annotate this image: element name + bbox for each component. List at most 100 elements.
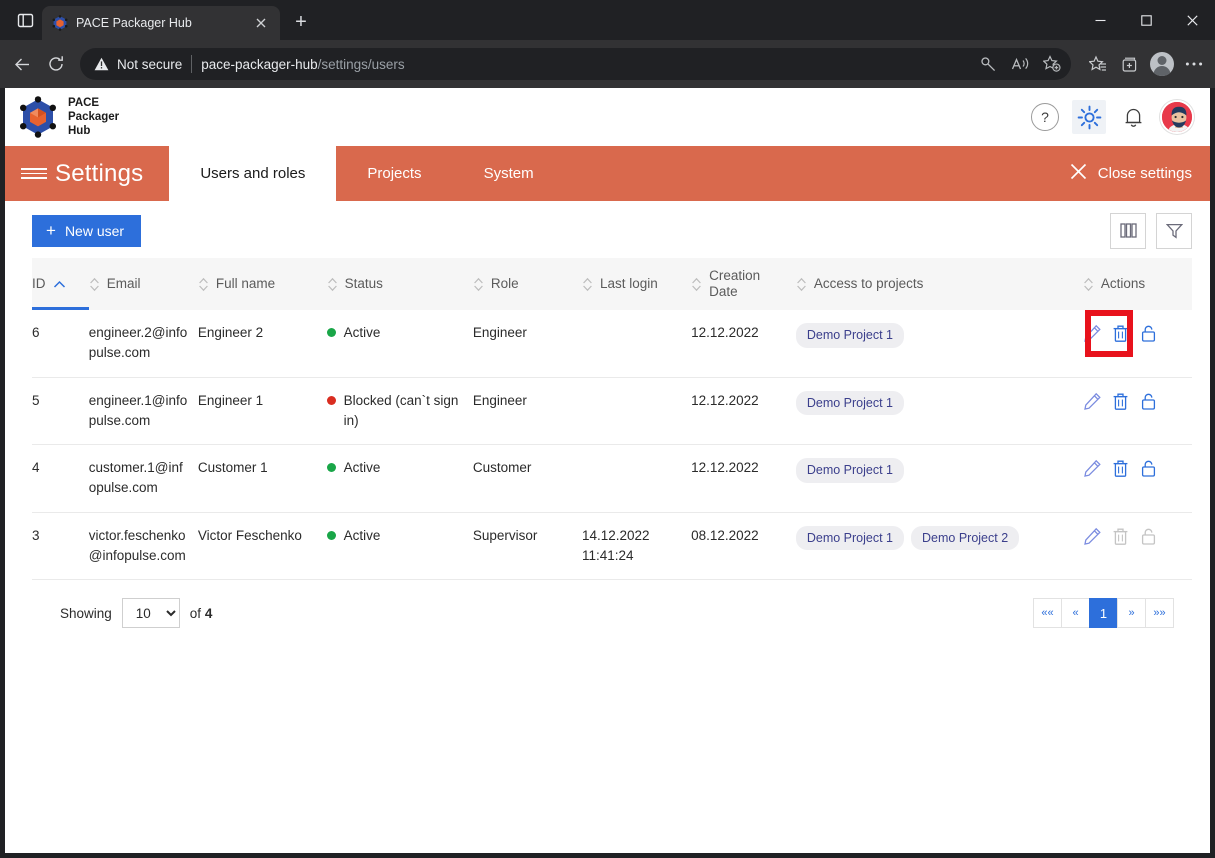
- sort-icon: [1083, 277, 1094, 292]
- project-chip[interactable]: Demo Project 1: [795, 525, 904, 551]
- cell-full-name: Victor Feschenko: [197, 512, 327, 580]
- cell-actions: [1082, 512, 1192, 580]
- tab-list-icon[interactable]: [8, 3, 42, 37]
- reload-icon[interactable]: [40, 48, 72, 80]
- page-title: Settings: [55, 159, 144, 187]
- project-chip[interactable]: Demo Project 2: [911, 525, 1020, 551]
- edit-icon[interactable]: [1083, 527, 1102, 546]
- edit-icon[interactable]: [1083, 459, 1102, 478]
- project-chip[interactable]: Demo Project 1: [795, 390, 904, 416]
- prev-page-button[interactable]: «: [1061, 598, 1090, 628]
- users-table-wrapper: ID Email Full name Status Role Last logi…: [5, 251, 1210, 628]
- close-icon[interactable]: [1169, 0, 1215, 40]
- cell-access-to-projects: Demo Project 1: [795, 377, 1083, 445]
- settings-gear-icon[interactable]: [1072, 100, 1106, 134]
- column-label: Full name: [215, 275, 276, 291]
- favorites-list-icon[interactable]: [1083, 49, 1113, 79]
- user-avatar[interactable]: [1160, 100, 1194, 134]
- column-header-email[interactable]: Email: [88, 258, 198, 310]
- column-label: Status: [344, 275, 383, 291]
- window-edge-bottom: [0, 853, 1215, 858]
- status-label: Active: [343, 460, 381, 475]
- close-settings-button[interactable]: Close settings: [1070, 146, 1210, 201]
- status-label: Active: [343, 527, 381, 543]
- lock-icon[interactable]: [1139, 459, 1158, 478]
- column-header-id[interactable]: ID: [32, 258, 89, 310]
- cell-creation-date: 12.12.2022: [691, 377, 796, 445]
- maximize-icon[interactable]: [1123, 0, 1169, 40]
- cell-role: Supervisor: [472, 512, 582, 580]
- cell-last-login: 14.12.2022 11:41:24: [581, 512, 692, 580]
- first-page-button[interactable]: ««: [1033, 598, 1062, 628]
- cell-access-to-projects: Demo Project 1: [795, 310, 1083, 378]
- password-key-icon[interactable]: [973, 49, 1003, 79]
- cell-status: Active: [326, 512, 473, 580]
- column-header-access-to-projects[interactable]: Access to projects: [795, 258, 1083, 310]
- tab-system[interactable]: System: [453, 146, 565, 201]
- plus-icon: +: [46, 220, 56, 240]
- back-arrow-icon[interactable]: [6, 48, 38, 80]
- pace-cube-favicon: [52, 15, 68, 31]
- close-icon[interactable]: [250, 12, 272, 34]
- filter-funnel-icon[interactable]: [1156, 212, 1192, 249]
- address-bar[interactable]: Not secure pace-packager-hub/settings/us…: [80, 48, 1071, 80]
- column-label: Email: [106, 275, 141, 291]
- delete-icon[interactable]: [1111, 392, 1130, 411]
- column-header-last-login[interactable]: Last login: [581, 258, 692, 310]
- sort-icon: [691, 277, 702, 292]
- lock-icon[interactable]: [1139, 324, 1158, 343]
- plus-icon[interactable]: +: [286, 7, 316, 37]
- column-header-status[interactable]: Status: [326, 258, 473, 310]
- project-chip[interactable]: Demo Project 1: [795, 458, 904, 483]
- column-header-actions[interactable]: Actions: [1082, 258, 1192, 310]
- table-row[interactable]: 4 customer.1@infopulse.com Customer 1 Ac…: [32, 444, 1192, 513]
- sort-ascending-icon: [53, 277, 65, 291]
- column-header-full-name[interactable]: Full name: [197, 258, 327, 310]
- delete-icon[interactable]: [1111, 324, 1130, 343]
- columns-icon[interactable]: [1110, 212, 1146, 249]
- browser-tab[interactable]: PACE Packager Hub: [42, 6, 280, 40]
- cell-last-login: [581, 377, 692, 445]
- table-body: 6 engineer.2@infopulse.com Engineer 2 Ac…: [32, 310, 1192, 580]
- sort-icon: [198, 277, 209, 292]
- column-header-creation-date[interactable]: Creation Date: [691, 258, 796, 310]
- lock-icon[interactable]: [1139, 392, 1158, 411]
- edit-icon[interactable]: [1083, 324, 1102, 343]
- last-page-button[interactable]: »»: [1145, 598, 1174, 628]
- new-user-button[interactable]: + New user: [32, 214, 142, 247]
- hamburger-menu-icon[interactable]: [5, 146, 55, 201]
- minimize-icon[interactable]: [1077, 0, 1123, 40]
- table-row[interactable]: 3 victor.feschenko@infopulse.com Victor …: [32, 512, 1192, 580]
- help-icon[interactable]: ?: [1028, 100, 1062, 134]
- cell-email: engineer.2@infopulse.com: [88, 310, 198, 378]
- toolbar-right-actions: [1110, 212, 1192, 249]
- column-label: Creation Date: [709, 267, 761, 299]
- status-dot: [326, 328, 336, 337]
- column-header-role[interactable]: Role: [472, 258, 582, 310]
- delete-icon[interactable]: [1111, 459, 1130, 478]
- table-row[interactable]: 5 engineer.1@infopulse.com Engineer 1 Bl…: [32, 377, 1192, 445]
- total-count: of 4: [190, 606, 213, 621]
- add-favorite-icon[interactable]: [1037, 49, 1067, 79]
- app-logo[interactable]: PACE Packager Hub: [19, 96, 119, 138]
- tab-projects[interactable]: Projects: [336, 146, 452, 201]
- cell-email: engineer.1@infopulse.com: [88, 377, 198, 445]
- collections-icon[interactable]: [1115, 49, 1145, 79]
- browser-window: PACE Packager Hub + Not secure pace-pack…: [0, 0, 1215, 858]
- notifications-bell-icon[interactable]: [1116, 100, 1150, 134]
- total-value: 4: [204, 605, 213, 621]
- tab-users-and-roles[interactable]: Users and roles: [169, 146, 337, 201]
- page-1-button[interactable]: 1: [1089, 598, 1118, 628]
- table-row[interactable]: 6 engineer.2@infopulse.com Engineer 2 Ac…: [32, 310, 1192, 378]
- cell-actions: [1082, 444, 1192, 513]
- cell-full-name: Engineer 1: [197, 377, 327, 445]
- project-chip[interactable]: Demo Project 1: [795, 323, 904, 348]
- next-page-button[interactable]: »: [1117, 598, 1146, 628]
- profile-avatar-icon[interactable]: [1147, 49, 1177, 79]
- page-size-select[interactable]: 10: [121, 598, 180, 628]
- read-aloud-icon[interactable]: [1005, 49, 1035, 79]
- security-status[interactable]: Not secure: [94, 57, 182, 72]
- more-options-icon[interactable]: [1179, 49, 1209, 79]
- column-label: Last login: [599, 275, 658, 291]
- edit-icon[interactable]: [1083, 392, 1102, 411]
